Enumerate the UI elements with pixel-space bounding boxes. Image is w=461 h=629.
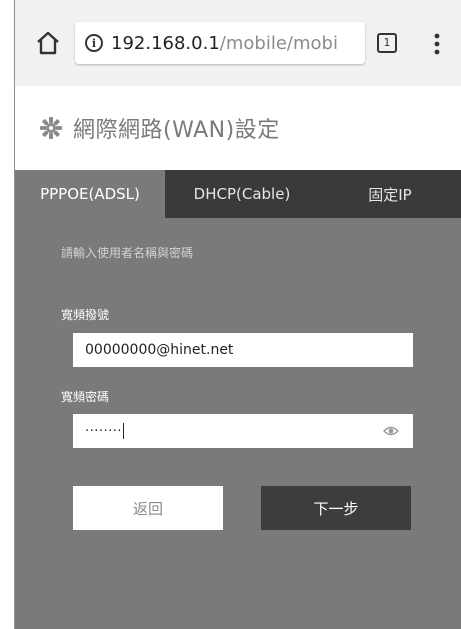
tab-switcher-button[interactable]: 1 [377, 33, 397, 53]
page-title: 網際網路(WAN)設定 [73, 118, 280, 143]
home-icon[interactable] [35, 30, 61, 56]
phone-screen: i 192.168.0.1/mobile/mobi 1 網際網路(WAN)設定 … [14, 0, 461, 629]
overflow-menu-icon[interactable] [433, 32, 441, 56]
url-host: 192.168.0.1 [111, 32, 220, 54]
tab-static-ip[interactable]: 固定IP [319, 170, 461, 218]
password-label: 寬頻密碼 [61, 390, 110, 404]
account-input[interactable]: 00000000@hinet.net [73, 333, 413, 367]
instruction-text: 請輸入使用者名稱與密碼 [61, 246, 194, 260]
info-icon[interactable]: i [85, 34, 103, 52]
account-label: 寬頻撥號 [61, 308, 110, 322]
browser-toolbar: i 192.168.0.1/mobile/mobi 1 [15, 0, 461, 87]
tab-pppoe[interactable]: PPPOE(ADSL) [15, 170, 165, 218]
connection-type-tabs: PPPOE(ADSL) DHCP(Cable) 固定IP [15, 170, 461, 218]
next-button[interactable]: 下一步 [261, 486, 411, 530]
text-caret [123, 423, 125, 439]
tab-dhcp[interactable]: DHCP(Cable) [165, 170, 319, 218]
password-value: ········ [85, 423, 123, 439]
eye-icon[interactable] [383, 424, 399, 438]
account-value: 00000000@hinet.net [85, 342, 234, 358]
password-input[interactable]: ········ [73, 414, 413, 448]
page-header: 網際網路(WAN)設定 [15, 86, 461, 170]
url-path: /mobile/mobi [219, 32, 338, 54]
gear-icon [40, 117, 62, 139]
back-button[interactable]: 返回 [73, 486, 223, 530]
pppoe-form-panel: 請輸入使用者名稱與密碼 寬頻撥號 00000000@hinet.net 寬頻密碼… [15, 218, 461, 629]
address-bar[interactable]: i 192.168.0.1/mobile/mobi [75, 22, 365, 64]
